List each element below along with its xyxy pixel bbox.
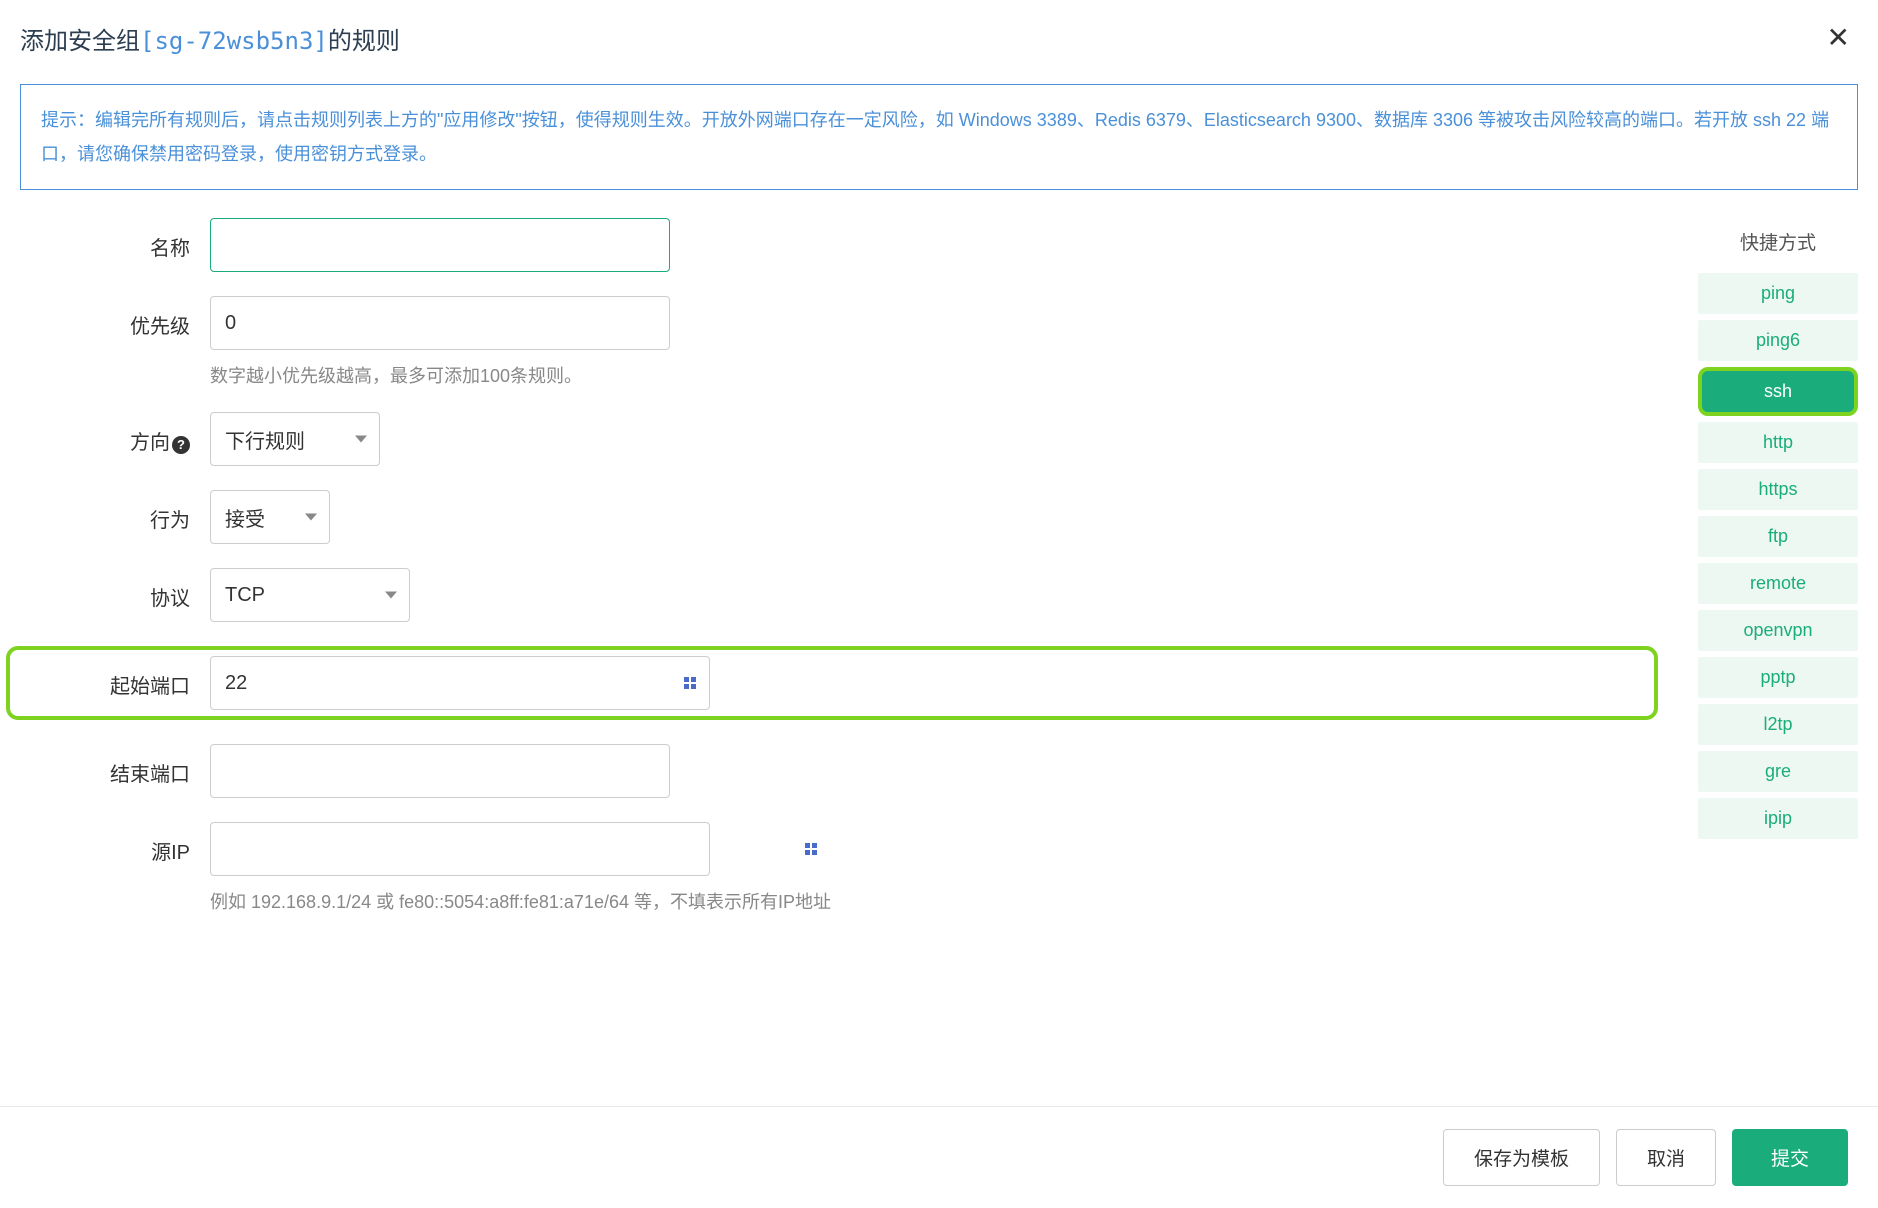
title-suffix: 的规则 [328, 28, 400, 55]
dialog-title: 添加安全组[sg-72wsb5n3]的规则 [20, 21, 400, 56]
shortcut-remote[interactable]: remote [1698, 563, 1858, 604]
source-ip-input[interactable] [210, 822, 710, 876]
protocol-select[interactable]: TCP [210, 568, 410, 622]
action-value: 接受 [225, 503, 265, 532]
priority-label: 优先级 [20, 296, 210, 339]
shortcut-gre[interactable]: gre [1698, 751, 1858, 792]
title-prefix: 添加安全组 [20, 28, 140, 55]
shortcut-http[interactable]: http [1698, 422, 1858, 463]
start-port-input[interactable] [210, 656, 710, 710]
shortcut-pptp[interactable]: pptp [1698, 657, 1858, 698]
protocol-value: TCP [225, 584, 265, 607]
name-label: 名称 [20, 218, 210, 261]
chevron-down-icon [355, 436, 367, 443]
name-input[interactable] [210, 218, 670, 272]
close-icon: ✕ [1827, 22, 1850, 53]
action-select[interactable]: 接受 [210, 490, 330, 544]
rule-form: 名称 优先级 数字越小优先级越高，最多可添加100条规则。 方向? [20, 218, 1658, 938]
grid-icon[interactable] [805, 843, 817, 855]
start-port-label: 起始端口 [20, 656, 210, 699]
shortcuts-list: ping ping6 ssh http https ftp remote openvpn ppt… [1698, 273, 1858, 839]
shortcut-ping6[interactable]: ping6 [1698, 320, 1858, 361]
source-ip-hint: 例如 192.168.9.1/24 或 fe80::5054:a8ff:fe81… [210, 888, 831, 914]
close-button[interactable]: ✕ [1819, 20, 1858, 56]
dialog-header: 添加安全组[sg-72wsb5n3]的规则 ✕ [20, 20, 1858, 56]
direction-value: 下行规则 [225, 425, 305, 454]
dialog-footer: 保存为模板 取消 提交 [0, 1106, 1878, 1208]
grid-icon[interactable] [684, 677, 696, 689]
shortcut-openvpn[interactable]: openvpn [1698, 610, 1858, 651]
help-icon[interactable]: ? [172, 436, 190, 454]
shortcuts-panel: 快捷方式 ping ping6 ssh http https ftp remote openv… [1698, 228, 1858, 938]
direction-label: 方向? [20, 412, 210, 455]
action-label: 行为 [20, 490, 210, 533]
shortcut-ssh[interactable]: ssh [1698, 367, 1858, 416]
direction-select[interactable]: 下行规则 [210, 412, 380, 466]
priority-input[interactable] [210, 296, 670, 350]
end-port-input[interactable] [210, 744, 670, 798]
protocol-label: 协议 [20, 568, 210, 611]
shortcut-ipip[interactable]: ipip [1698, 798, 1858, 839]
alert-tip: 提示：编辑完所有规则后，请点击规则列表上方的"应用修改"按钮，使得规则生效。开放… [20, 84, 1858, 190]
submit-button[interactable]: 提交 [1732, 1129, 1848, 1186]
shortcut-ping[interactable]: ping [1698, 273, 1858, 314]
shortcut-https[interactable]: https [1698, 469, 1858, 510]
shortcut-ftp[interactable]: ftp [1698, 516, 1858, 557]
priority-hint: 数字越小优先级越高，最多可添加100条规则。 [210, 362, 670, 388]
source-ip-label: 源IP [20, 822, 210, 865]
chevron-down-icon [385, 592, 397, 599]
shortcuts-title: 快捷方式 [1698, 228, 1858, 255]
chevron-down-icon [305, 514, 317, 521]
security-group-id: [sg-72wsb5n3] [140, 27, 328, 55]
end-port-label: 结束端口 [20, 744, 210, 787]
shortcut-l2tp[interactable]: l2tp [1698, 704, 1858, 745]
save-template-button[interactable]: 保存为模板 [1443, 1129, 1600, 1186]
cancel-button[interactable]: 取消 [1616, 1129, 1716, 1186]
